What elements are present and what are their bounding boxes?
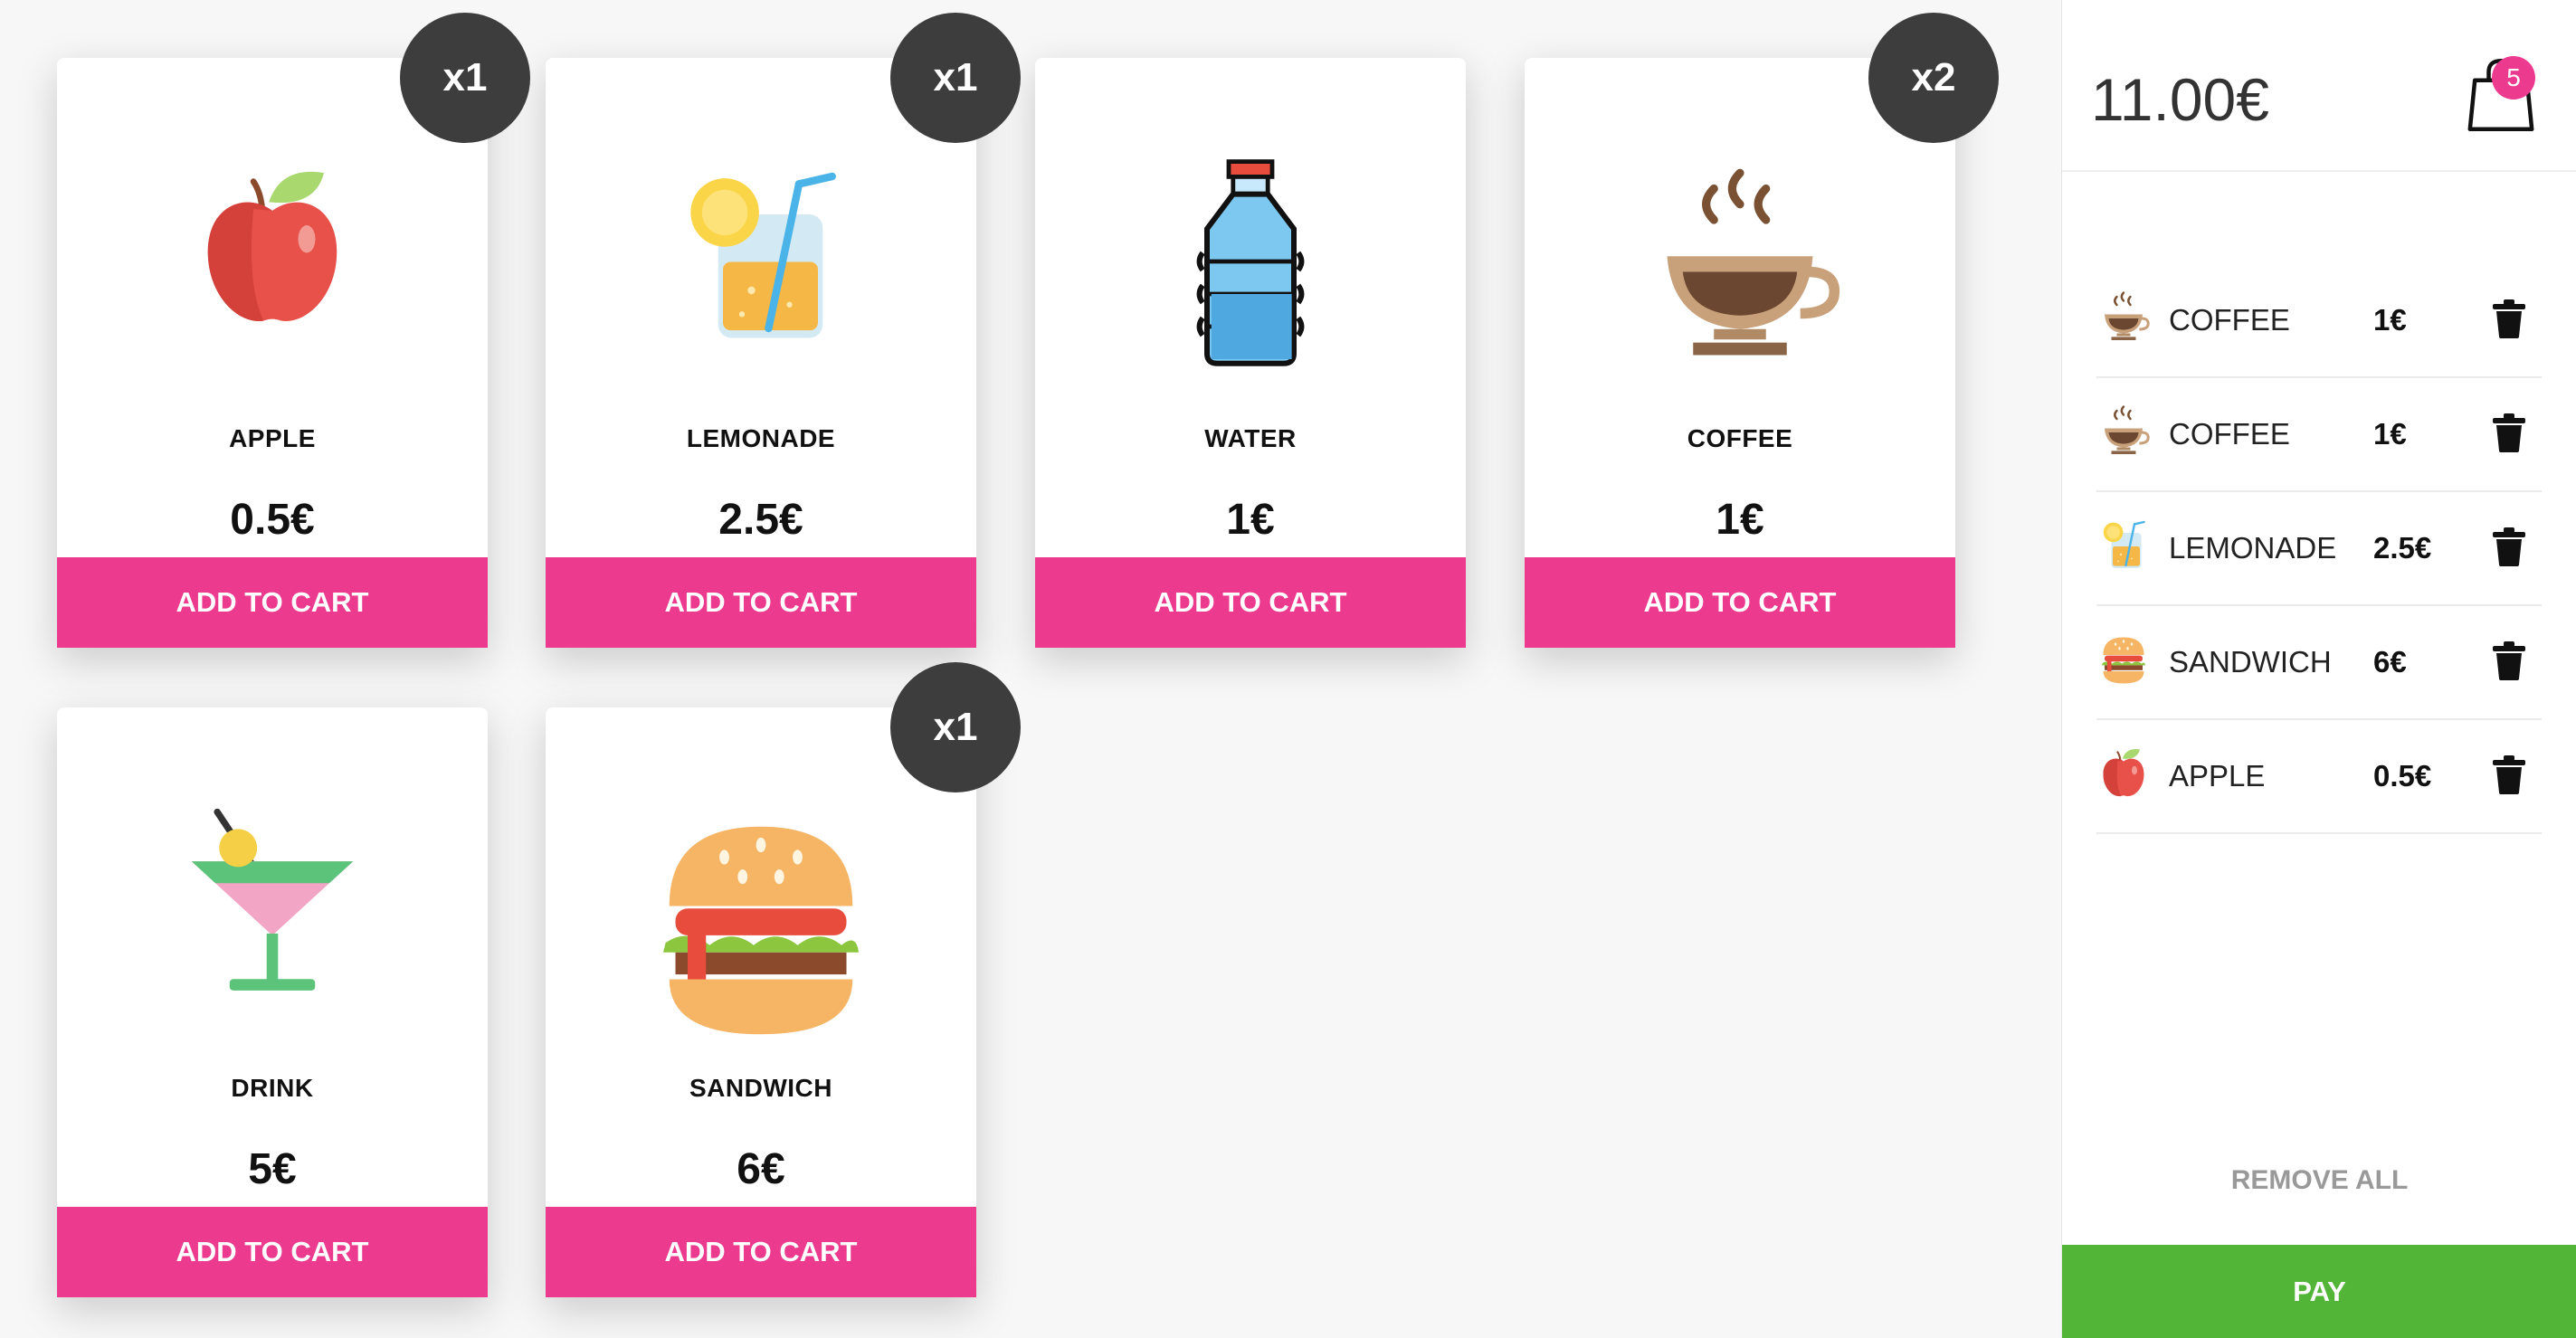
product-price: 1€ bbox=[1226, 496, 1275, 544]
product-name: WATER bbox=[1204, 424, 1297, 452]
product-grid: APPLE 0.5€ ADD TO CART x1 LEMONADE 2.5€ … bbox=[0, 0, 2061, 1338]
cart-item-price: 0.5€ bbox=[2373, 759, 2432, 792]
trash-icon[interactable] bbox=[2491, 413, 2527, 452]
apple-icon bbox=[57, 76, 488, 438]
product-name: COFFEE bbox=[1687, 424, 1793, 452]
add-to-cart-button[interactable]: ADD TO CART bbox=[1525, 557, 1955, 648]
cart-item-price: 6€ bbox=[2373, 645, 2407, 678]
add-to-cart-button[interactable]: ADD TO CART bbox=[57, 1207, 488, 1297]
product-card-sandwich: SANDWICH 6€ ADD TO CART bbox=[546, 707, 976, 1297]
cart-item-name: SANDWICH bbox=[2169, 645, 2332, 678]
apple-icon bbox=[2102, 747, 2145, 798]
add-to-cart-button[interactable]: ADD TO CART bbox=[546, 1207, 976, 1297]
product-price: 0.5€ bbox=[230, 496, 315, 544]
product-name: APPLE bbox=[229, 424, 316, 452]
product-card-water: WATER 1€ ADD TO CART bbox=[1035, 58, 1466, 648]
water-bottle-icon bbox=[1035, 76, 1466, 438]
product-card-lemonade: LEMONADE 2.5€ ADD TO CART bbox=[546, 58, 976, 648]
add-to-cart-button[interactable]: ADD TO CART bbox=[57, 557, 488, 648]
cart-item-price: 1€ bbox=[2373, 303, 2407, 337]
quantity-badge: x1 bbox=[400, 13, 530, 143]
burger-icon bbox=[663, 826, 859, 1035]
lemonade-icon bbox=[2102, 520, 2145, 570]
cart-total: 11.00€ bbox=[2091, 66, 2269, 133]
product-price: 2.5€ bbox=[718, 496, 803, 544]
cocktail-icon bbox=[57, 726, 488, 1087]
cart-item-name: LEMONADE bbox=[2169, 531, 2337, 565]
cart-item-name: APPLE bbox=[2169, 759, 2266, 792]
add-to-cart-button[interactable]: ADD TO CART bbox=[546, 557, 976, 648]
cart-item: APPLE 0.5€ bbox=[2096, 718, 2542, 834]
product-card-apple: APPLE 0.5€ ADD TO CART bbox=[57, 58, 488, 648]
cart-count-badge: 5 bbox=[2492, 56, 2535, 100]
coffee-cup-icon bbox=[1525, 76, 1955, 438]
divider bbox=[2062, 170, 2576, 172]
coffee-cup-icon bbox=[2103, 291, 2150, 342]
product-card-coffee: COFFEE 1€ ADD TO CART bbox=[1525, 58, 1955, 648]
product-name: LEMONADE bbox=[686, 424, 836, 452]
add-to-cart-button[interactable]: ADD TO CART bbox=[1035, 557, 1466, 648]
product-card-drink: DRINK 5€ ADD TO CART bbox=[57, 707, 488, 1297]
cart-item: LEMONADE 2.5€ bbox=[2096, 490, 2542, 606]
lemonade-icon bbox=[546, 76, 976, 438]
cart-item-name: COFFEE bbox=[2169, 303, 2290, 337]
burger-icon bbox=[2102, 637, 2145, 684]
trash-icon[interactable] bbox=[2491, 641, 2527, 680]
trash-icon[interactable] bbox=[2491, 754, 2527, 794]
trash-icon[interactable] bbox=[2491, 299, 2527, 338]
product-price: 1€ bbox=[1716, 496, 1764, 544]
cart-item-price: 2.5€ bbox=[2373, 531, 2432, 565]
quantity-badge: x1 bbox=[890, 13, 1021, 143]
cart-item: COFFEE 1€ bbox=[2096, 262, 2542, 378]
remove-all-button[interactable]: REMOVE ALL bbox=[2062, 1165, 2576, 1196]
product-price: 6€ bbox=[737, 1145, 785, 1193]
trash-icon[interactable] bbox=[2491, 527, 2527, 566]
product-name: DRINK bbox=[231, 1074, 314, 1102]
quantity-badge: x2 bbox=[1868, 13, 1999, 143]
pay-button[interactable]: PAY bbox=[2062, 1245, 2576, 1338]
quantity-badge: x1 bbox=[890, 662, 1021, 792]
product-price: 5€ bbox=[248, 1145, 297, 1193]
cart-item-name: COFFEE bbox=[2169, 417, 2290, 451]
cart-item: COFFEE 1€ bbox=[2096, 376, 2542, 492]
cart-item: SANDWICH 6€ bbox=[2096, 604, 2542, 720]
coffee-cup-icon bbox=[2103, 405, 2150, 456]
cart-sidebar: 11.00€ 5 COFFEE 1€ COFFEE 1€ LEMONADE 2.… bbox=[2061, 0, 2576, 1338]
cart-item-price: 1€ bbox=[2373, 417, 2407, 451]
product-name: SANDWICH bbox=[689, 1074, 832, 1102]
